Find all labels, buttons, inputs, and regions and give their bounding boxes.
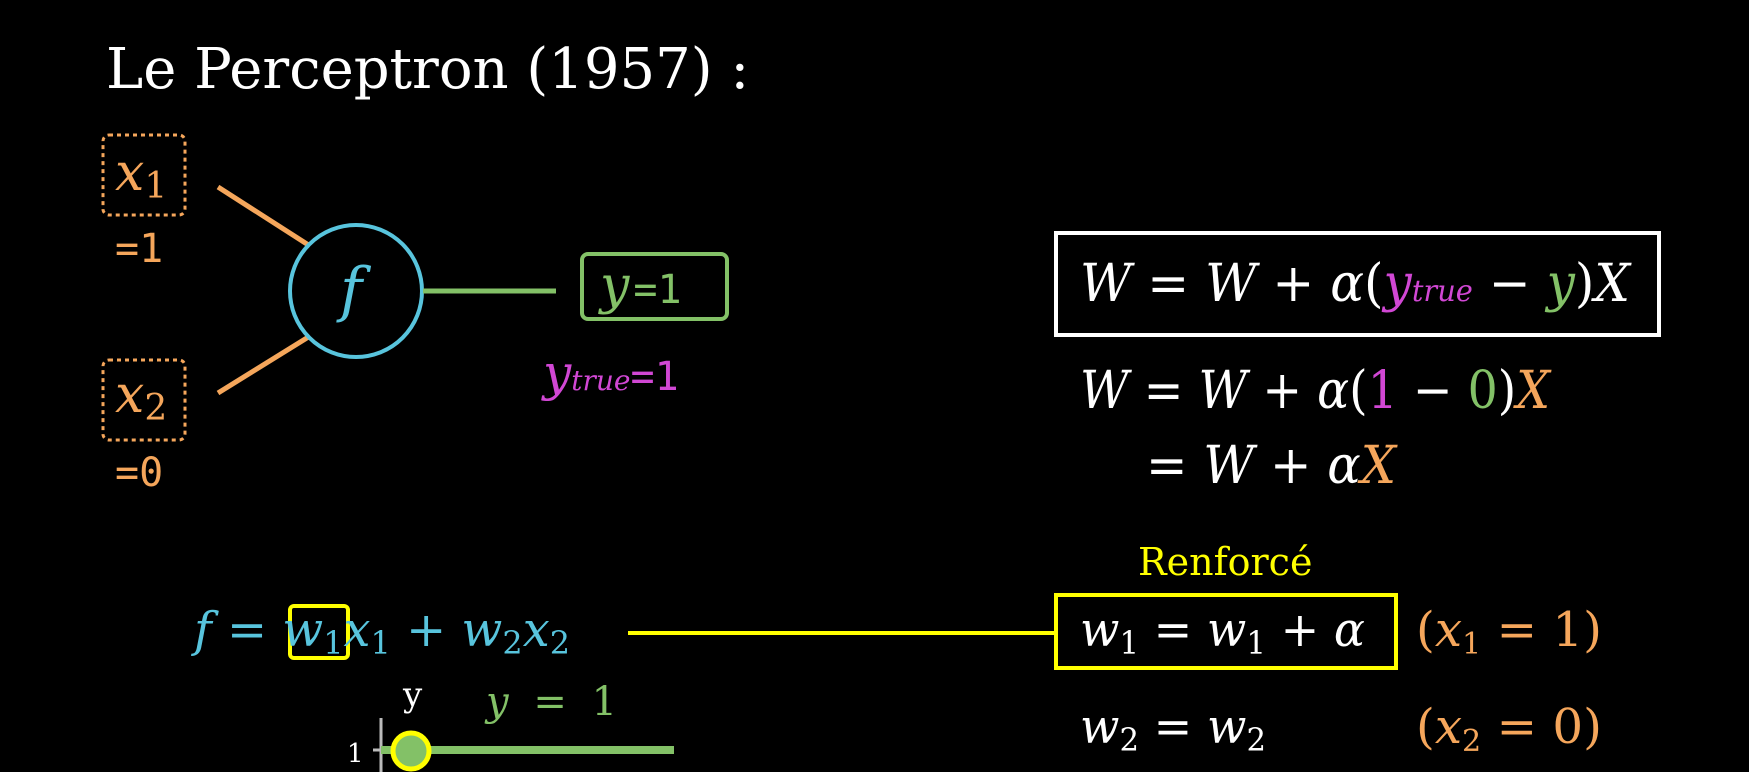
w2-update-eq: w2 = w2 — [1080, 699, 1266, 763]
update-rule-step1: W = W + α(1 − 0)X — [1080, 361, 1552, 421]
input-x1-value: =1 — [115, 226, 163, 272]
w1-condition: (x1 = 1) — [1416, 602, 1602, 666]
mini-plot-line-label: y = 1 — [484, 679, 617, 725]
mini-plot-y-axis-label: y — [402, 675, 423, 715]
perceptron-scene: Le Perceptron (1957) : x1 =1 x2 =0 f y =1… — [0, 0, 1749, 772]
input-x2-value: =0 — [115, 450, 163, 496]
page-title: Le Perceptron (1957) : — [106, 37, 749, 102]
mini-plot-tick-label: 1 — [347, 739, 364, 769]
reinforced-label: Renforcé — [1138, 540, 1312, 584]
update-rule-step2: = W + αX — [1146, 436, 1398, 496]
update-rule-main: W = W + α(ytrue − y)X — [1080, 254, 1632, 314]
w2-condition: (x2 = 0) — [1416, 699, 1602, 763]
mini-plot-point — [390, 730, 432, 772]
